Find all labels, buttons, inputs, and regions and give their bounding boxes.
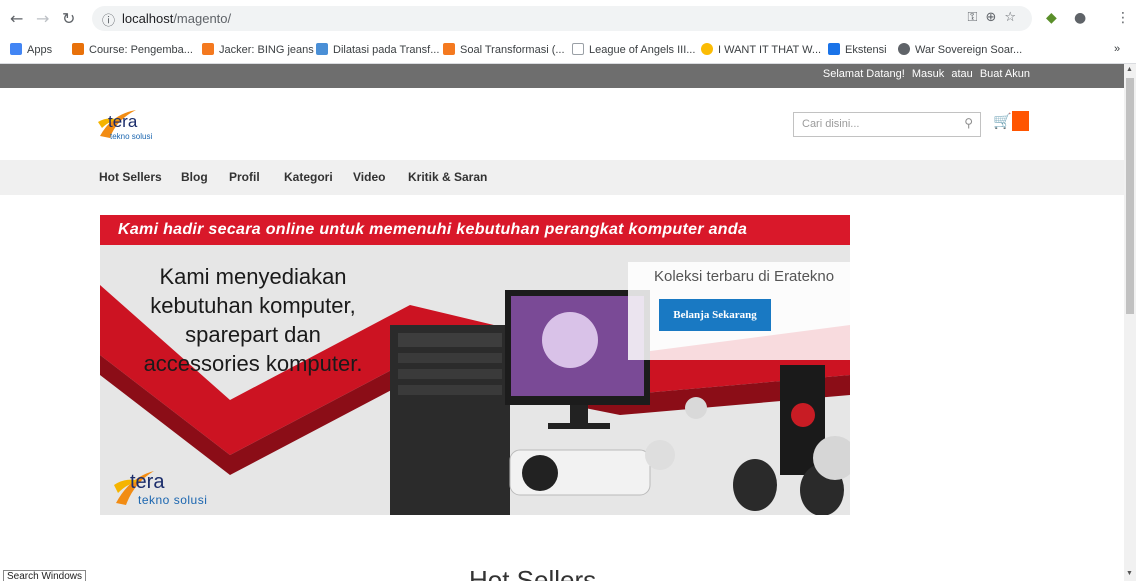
cart-icon[interactable]: 🛒: [993, 112, 1012, 130]
info-icon[interactable]: ⓘ: [102, 10, 115, 29]
scroll-thumb[interactable]: [1126, 78, 1134, 314]
or-text: atau: [951, 68, 973, 80]
menu-item-kategori[interactable]: Kategori: [284, 170, 333, 184]
bookmark-dilatasi[interactable]: Dilatasi pada Transf...: [316, 43, 439, 56]
hero-banner[interactable]: Kami hadir secara online untuk memenuhi …: [100, 215, 850, 515]
bookmark-apps[interactable]: Apps: [10, 43, 52, 56]
url-path: /magento/: [173, 11, 232, 26]
bulb-icon: [701, 43, 713, 55]
shop-now-button[interactable]: Belanja Sekarang: [659, 299, 771, 331]
back-icon[interactable]: ←: [10, 9, 23, 28]
bookmark-jacker[interactable]: Jacker: BING jeans: [202, 43, 314, 56]
blogger-icon: [443, 43, 455, 55]
create-account-link[interactable]: Buat Akun: [980, 68, 1030, 80]
bookmark-course[interactable]: Course: Pengemba...: [72, 43, 193, 56]
address-bar[interactable]: ⓘ localhost/magento/ ⚿⊕☆: [92, 6, 1032, 31]
cart-badge[interactable]: [1012, 111, 1029, 131]
url-host: localhost: [122, 11, 174, 26]
banner-headline: Kami menyediakan kebutuhan komputer, spa…: [143, 264, 363, 376]
extension-icon[interactable]: ◆: [1046, 10, 1057, 26]
site-icon: [316, 43, 328, 55]
menu-item-kritik-saran[interactable]: Kritik & Saran: [408, 170, 487, 184]
site-logo[interactable]: tera tekno solusi: [98, 104, 188, 146]
page-scrollbar[interactable]: ▲ ▼: [1124, 64, 1136, 581]
kebab-menu-icon[interactable]: ⋮: [1116, 10, 1130, 26]
scroll-up-icon[interactable]: ▲: [1126, 66, 1133, 73]
bookmark-league[interactable]: League of Angels III...: [572, 43, 695, 56]
search-input[interactable]: Cari disini... ⚲: [793, 112, 981, 137]
puzzle-icon: [828, 43, 840, 55]
browser-toolbar: ← → ↻ ⓘ localhost/magento/ ⚿⊕☆ ◆ ● ⋮: [0, 0, 1136, 36]
bookmark-soal[interactable]: Soal Transformasi (...: [443, 43, 565, 56]
reload-icon[interactable]: ↻: [62, 9, 75, 28]
star-icon[interactable]: ☆: [1004, 10, 1024, 25]
menu-item-blog[interactable]: Blog: [181, 170, 208, 184]
bookmark-ekstensi[interactable]: Ekstensi: [828, 43, 887, 56]
search-icon[interactable]: ⚲: [964, 116, 973, 130]
key-icon[interactable]: ⚿: [968, 10, 986, 25]
top-bar: Selamat Datang! Masuk atau Buat Akun: [0, 64, 1124, 88]
banner-logo: tera tekno solusi: [114, 471, 234, 511]
zoom-icon[interactable]: ⊕: [985, 10, 1004, 25]
menu-item-video[interactable]: Video: [353, 170, 385, 184]
bookmark-war[interactable]: War Sovereign Soar...: [898, 43, 1022, 56]
page-icon: [572, 43, 584, 55]
course-icon: [72, 43, 84, 55]
menu-item-hot-sellers[interactable]: Hot Sellers: [99, 170, 162, 184]
page: Selamat Datang! Masuk atau Buat Akun ter…: [0, 64, 1124, 581]
profile-icon[interactable]: ●: [1074, 10, 1086, 26]
menu-item-profil[interactable]: Profil: [229, 170, 260, 184]
apps-grid-icon: [10, 43, 22, 55]
promo-title: Koleksi terbaru di Eratekno: [654, 268, 835, 285]
forward-icon[interactable]: →: [36, 9, 49, 28]
section-title: Hot Sellers: [469, 565, 597, 581]
bookmarks-overflow-icon[interactable]: »: [1114, 43, 1120, 55]
bookmark-iwant[interactable]: I WANT IT THAT W...: [701, 43, 821, 56]
sign-in-link[interactable]: Masuk: [912, 68, 944, 80]
main-menu: Hot Sellers Blog Profil Kategori Video K…: [0, 160, 1124, 195]
banner-strip-text: Kami hadir secara online untuk memenuhi …: [118, 221, 748, 238]
status-tooltip: Search Windows: [3, 570, 87, 581]
bookmarks-bar: Apps Course: Pengemba... Jacker: BING je…: [0, 36, 1136, 64]
blogger-icon: [202, 43, 214, 55]
promo-box: Koleksi terbaru di Eratekno Belanja Seka…: [628, 262, 850, 360]
skull-icon: [898, 43, 910, 55]
welcome-text: Selamat Datang!: [822, 68, 905, 80]
scroll-down-icon[interactable]: ▼: [1126, 570, 1133, 577]
